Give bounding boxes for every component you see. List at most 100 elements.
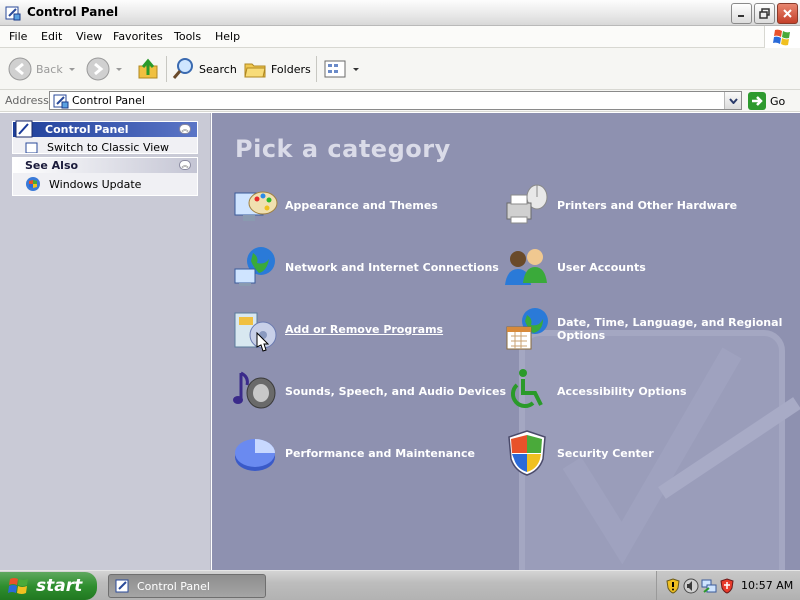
taskbar: start Control Panel 10:57 AM xyxy=(0,570,800,600)
back-label: Back xyxy=(36,62,63,76)
title-bar: Control Panel xyxy=(0,0,800,26)
category-appearance[interactable]: Appearance and Themes xyxy=(231,181,438,229)
views-icon xyxy=(324,60,346,78)
category-date-time-label: Date, Time, Language, and Regional Optio… xyxy=(557,316,783,342)
windows-update-link[interactable]: Windows Update xyxy=(25,176,141,192)
see-also-header[interactable]: See Also ︽ xyxy=(13,158,197,173)
category-accessibility[interactable]: Accessibility Options xyxy=(503,367,687,415)
go-button[interactable]: Go xyxy=(748,92,785,110)
shield-icon[interactable] xyxy=(719,578,735,594)
appearance-icon xyxy=(234,191,278,221)
forward-arrow-icon xyxy=(86,57,110,81)
search-icon xyxy=(172,58,193,79)
security-alert-icon[interactable] xyxy=(665,578,681,594)
views-button[interactable] xyxy=(323,54,359,84)
windows-update-label: Windows Update xyxy=(49,177,142,191)
category-date-time[interactable]: Date, Time, Language, and Regional Optio… xyxy=(503,305,800,353)
address-dropdown-button[interactable] xyxy=(724,92,741,109)
control-panel-icon xyxy=(115,579,129,593)
see-also-box: See Also ︽ Windows Update xyxy=(12,157,198,196)
search-label: Search xyxy=(199,62,237,76)
category-appearance-label: Appearance and Themes xyxy=(285,198,438,212)
back-button[interactable]: Back xyxy=(8,54,75,84)
category-view: Pick a category Appearance and Themes Ne… xyxy=(212,113,800,570)
menu-view[interactable]: View xyxy=(76,30,102,43)
category-security-center-label: Security Center xyxy=(557,446,654,460)
category-add-remove-programs[interactable]: Add or Remove Programs xyxy=(231,305,443,353)
window-title: Control Panel xyxy=(27,5,119,19)
up-folder-icon xyxy=(138,58,158,79)
printer-icon xyxy=(506,184,548,224)
minimize-button[interactable] xyxy=(731,3,752,24)
toolbar: Back Search Folders xyxy=(0,48,800,90)
security-shield-icon xyxy=(508,430,546,476)
folders-icon xyxy=(244,63,266,78)
users-icon xyxy=(505,249,547,285)
menu-bar: File Edit View Favorites Tools Help xyxy=(0,26,800,48)
accessibility-icon xyxy=(510,369,543,409)
category-security-center[interactable]: Security Center xyxy=(503,429,654,477)
control-panel-box-header[interactable]: Control Panel ︽ xyxy=(13,120,197,138)
menu-edit[interactable]: Edit xyxy=(41,30,62,43)
category-performance[interactable]: Performance and Maintenance xyxy=(231,429,475,477)
chevron-down-icon xyxy=(728,97,738,104)
category-user-accounts[interactable]: User Accounts xyxy=(503,243,646,291)
windows-flag-icon xyxy=(8,578,28,594)
start-button[interactable]: start xyxy=(0,572,97,600)
see-also-title: See Also xyxy=(25,159,79,172)
category-printers[interactable]: Printers and Other Hardware xyxy=(503,181,737,229)
control-panel-icon xyxy=(53,94,69,109)
restore-icon xyxy=(759,8,770,19)
minimize-icon xyxy=(738,15,744,17)
switch-classic-view-link[interactable]: Switch to Classic View xyxy=(25,140,169,153)
search-button[interactable]: Search xyxy=(171,54,237,84)
switch-classic-view-label: Switch to Classic View xyxy=(47,140,170,154)
speaker-icon[interactable] xyxy=(683,578,699,594)
control-panel-box-title: Control Panel xyxy=(45,123,129,136)
back-dropdown-arrow[interactable] xyxy=(68,67,75,71)
category-performance-label: Performance and Maintenance xyxy=(285,446,475,460)
up-button[interactable] xyxy=(136,54,160,84)
menu-favorites[interactable]: Favorites xyxy=(113,30,163,43)
category-network-label: Network and Internet Connections xyxy=(285,260,499,274)
collapse-chevron-icon[interactable]: ︽ xyxy=(179,124,191,134)
back-arrow-icon xyxy=(8,57,32,81)
forward-dropdown-arrow[interactable] xyxy=(116,67,122,71)
go-arrow-icon xyxy=(748,92,766,110)
close-icon xyxy=(783,9,792,18)
system-tray: 10:57 AM xyxy=(656,571,800,600)
menu-help[interactable]: Help xyxy=(215,30,240,43)
start-label: start xyxy=(36,576,83,596)
control-panel-icon xyxy=(15,120,33,138)
task-pane: Control Panel ︽ Switch to Classic View S… xyxy=(0,113,211,570)
address-value: Control Panel xyxy=(72,94,145,107)
forward-button[interactable] xyxy=(86,54,122,84)
category-network[interactable]: Network and Internet Connections xyxy=(231,243,499,291)
classic-view-icon xyxy=(25,142,38,153)
close-button[interactable] xyxy=(777,3,798,24)
collapse-chevron-icon[interactable]: ︽ xyxy=(179,160,191,170)
windows-flag-icon xyxy=(773,29,790,46)
clock[interactable]: 10:57 AM xyxy=(741,579,793,592)
date-time-icon xyxy=(506,308,548,350)
address-input[interactable]: Control Panel xyxy=(49,91,742,110)
restore-button[interactable] xyxy=(754,3,775,24)
taskbar-window-button[interactable]: Control Panel xyxy=(108,574,266,598)
network-connection-icon[interactable] xyxy=(701,578,717,594)
category-sounds[interactable]: Sounds, Speech, and Audio Devices xyxy=(231,367,506,415)
views-dropdown-arrow[interactable] xyxy=(353,67,359,71)
menu-file[interactable]: File xyxy=(9,30,27,43)
taskbar-window-label: Control Panel xyxy=(137,579,210,593)
network-icon xyxy=(234,247,275,286)
see-also-body: Windows Update xyxy=(13,173,197,195)
category-add-remove-programs-label: Add or Remove Programs xyxy=(285,322,444,336)
menu-tools[interactable]: Tools xyxy=(174,30,201,43)
address-bar: Address Control Panel Go xyxy=(0,90,800,112)
folders-label: Folders xyxy=(271,62,311,76)
folders-button[interactable]: Folders xyxy=(243,54,311,84)
control-panel-box: Control Panel ︽ Switch to Classic View xyxy=(12,120,198,154)
toolbar-separator xyxy=(316,56,317,82)
sound-icon xyxy=(233,371,276,409)
category-sounds-label: Sounds, Speech, and Audio Devices xyxy=(285,384,507,398)
toolbar-separator xyxy=(166,56,167,82)
